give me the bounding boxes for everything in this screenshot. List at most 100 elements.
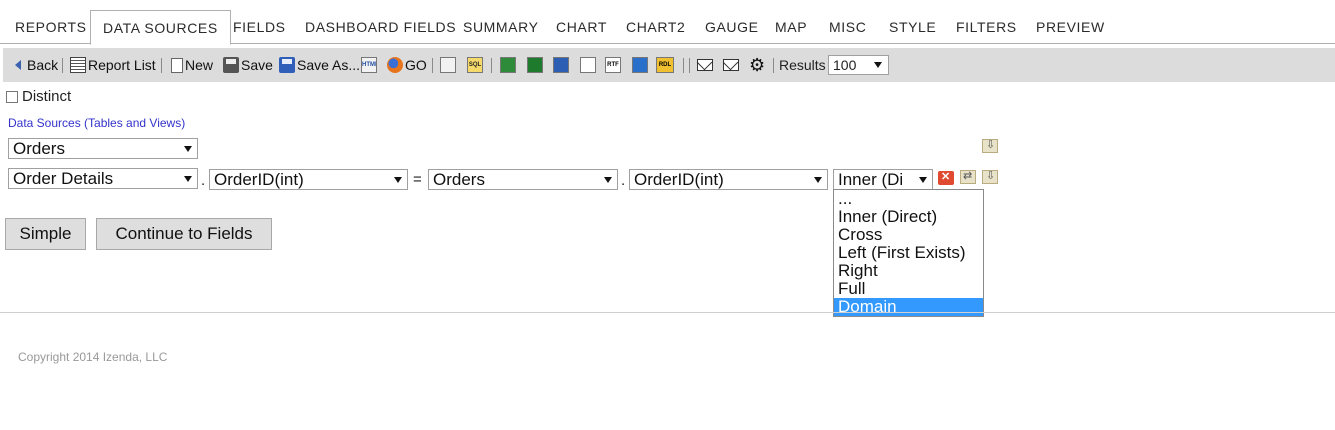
arrow-left-icon	[15, 60, 21, 70]
divider	[0, 312, 1335, 313]
rdl-export-button[interactable]: RDL	[656, 48, 676, 82]
tab-dashboard-fields[interactable]: DASHBOARD FIELDS	[305, 10, 456, 44]
join-option[interactable]: Left (First Exists)	[834, 244, 983, 262]
gear-icon: ⚙	[749, 55, 766, 75]
chevron-down-icon	[394, 177, 402, 183]
word-export-button[interactable]	[553, 48, 571, 82]
distinct-label: Distinct	[22, 88, 72, 105]
join-left-field-select[interactable]: OrderID(int)	[209, 169, 408, 190]
new-label: New	[185, 57, 214, 73]
sql-button[interactable]: SQL	[467, 48, 485, 82]
rtf-icon: RTF	[605, 57, 621, 73]
excel-export-button[interactable]	[500, 48, 518, 82]
primary-table-value: Orders	[13, 139, 65, 158]
join-right-table-value: Orders	[433, 170, 485, 189]
join-left-field-value: OrderID(int)	[214, 170, 304, 189]
join-type-value: Inner (Di	[838, 170, 904, 189]
join-right-field-select[interactable]: OrderID(int)	[629, 169, 828, 190]
copyright-text: Copyright 2014 Izenda, LLC	[18, 350, 168, 364]
join-option[interactable]: Right	[834, 262, 983, 280]
envelope-icon	[697, 59, 713, 71]
join-type-dropdown: ... Inner (Direct) Cross Left (First Exi…	[833, 189, 984, 317]
add-join-icon[interactable]	[982, 169, 998, 184]
image-icon	[632, 57, 648, 73]
toolbar-divider	[689, 58, 690, 73]
email-button[interactable]	[697, 48, 715, 82]
excel-icon	[500, 57, 516, 73]
save-as-button[interactable]: Save As...	[279, 48, 360, 82]
tab-chart[interactable]: CHART	[556, 10, 607, 44]
simple-button[interactable]: Simple	[5, 218, 86, 250]
list-icon	[70, 57, 86, 73]
toolbar: Back Report List New Save Save As... HTM…	[3, 48, 1335, 82]
html-icon: HTML	[361, 57, 377, 73]
report-icon	[440, 57, 456, 73]
new-document-icon	[171, 57, 183, 73]
join-right-table-select[interactable]: Orders	[428, 169, 618, 190]
distinct-checkbox[interactable]	[6, 90, 18, 103]
data-sources-link[interactable]: Data Sources (Tables and Views)	[8, 116, 185, 130]
join-left-table-value: Order Details	[13, 169, 114, 188]
toolbar-divider	[683, 58, 684, 73]
html-export-button[interactable]: HTML	[361, 48, 379, 82]
join-option[interactable]: Inner (Direct)	[834, 208, 983, 226]
results-select[interactable]: 100	[828, 55, 889, 75]
rdl-icon: RDL	[656, 57, 674, 73]
tab-chart2[interactable]: CHART2	[626, 10, 685, 44]
go-button[interactable]: GO	[387, 48, 427, 82]
join-option[interactable]: ...	[834, 190, 983, 208]
settings-button[interactable]: ⚙	[749, 48, 767, 82]
report-list-button[interactable]: Report List	[70, 48, 156, 82]
join-option-selected[interactable]: Domain	[834, 298, 983, 316]
tab-misc[interactable]: MISC	[829, 10, 866, 44]
tab-data-sources[interactable]: DATA SOURCES	[90, 10, 231, 45]
move-up-icon[interactable]	[960, 169, 976, 184]
continue-to-fields-button[interactable]: Continue to Fields	[96, 218, 272, 250]
tab-filters[interactable]: FILTERS	[956, 10, 1017, 44]
chevron-down-icon	[814, 177, 822, 183]
save-label: Save	[241, 57, 273, 73]
primary-table-select[interactable]: Orders	[8, 138, 198, 159]
save-as-label: Save As...	[297, 57, 361, 73]
rtf-export-button[interactable]: RTF	[605, 48, 623, 82]
document-icon	[580, 57, 596, 73]
floppy-disk-blue-icon	[279, 57, 295, 73]
report-view-button[interactable]	[440, 48, 458, 82]
dot-separator: .	[621, 172, 626, 189]
excel-xlsx-export-button[interactable]	[527, 48, 545, 82]
tab-summary[interactable]: SUMMARY	[463, 10, 539, 44]
toolbar-divider	[432, 58, 433, 73]
toolbar-divider	[773, 58, 774, 73]
document-export-button[interactable]	[580, 48, 598, 82]
remove-join-icon[interactable]	[938, 170, 954, 185]
add-join-icon[interactable]	[982, 138, 998, 153]
firefox-icon	[387, 57, 403, 73]
equals-sign: =	[413, 171, 422, 188]
join-option[interactable]: Cross	[834, 226, 983, 244]
tab-map[interactable]: MAP	[775, 10, 807, 44]
envelope-icon	[723, 59, 739, 71]
back-button[interactable]: Back	[15, 48, 58, 82]
save-button[interactable]: Save	[223, 48, 273, 82]
new-button[interactable]: New	[171, 48, 213, 82]
tab-fields[interactable]: FIELDS	[233, 10, 286, 44]
join-right-field-value: OrderID(int)	[634, 170, 724, 189]
tab-gauge[interactable]: GAUGE	[705, 10, 759, 44]
join-option[interactable]: Full	[834, 280, 983, 298]
chevron-down-icon	[184, 146, 192, 152]
sql-icon: SQL	[467, 57, 483, 73]
go-label: GO	[405, 57, 427, 73]
image-export-button[interactable]	[632, 48, 650, 82]
email-schedule-button[interactable]	[723, 48, 741, 82]
distinct-option: Distinct	[6, 88, 71, 105]
join-type-select[interactable]: Inner (Di	[833, 169, 933, 190]
join-left-table-select[interactable]: Order Details	[8, 168, 198, 189]
tab-bar: REPORTS DATA SOURCES FIELDS DASHBOARD FI…	[0, 0, 1335, 45]
chevron-down-icon	[604, 177, 612, 183]
tab-preview[interactable]: PREVIEW	[1036, 10, 1105, 44]
tab-style[interactable]: STYLE	[889, 10, 936, 44]
back-label: Back	[27, 57, 59, 73]
tab-reports[interactable]: REPORTS	[15, 10, 87, 44]
results-value: 100	[833, 57, 857, 73]
report-list-label: Report List	[88, 57, 156, 73]
